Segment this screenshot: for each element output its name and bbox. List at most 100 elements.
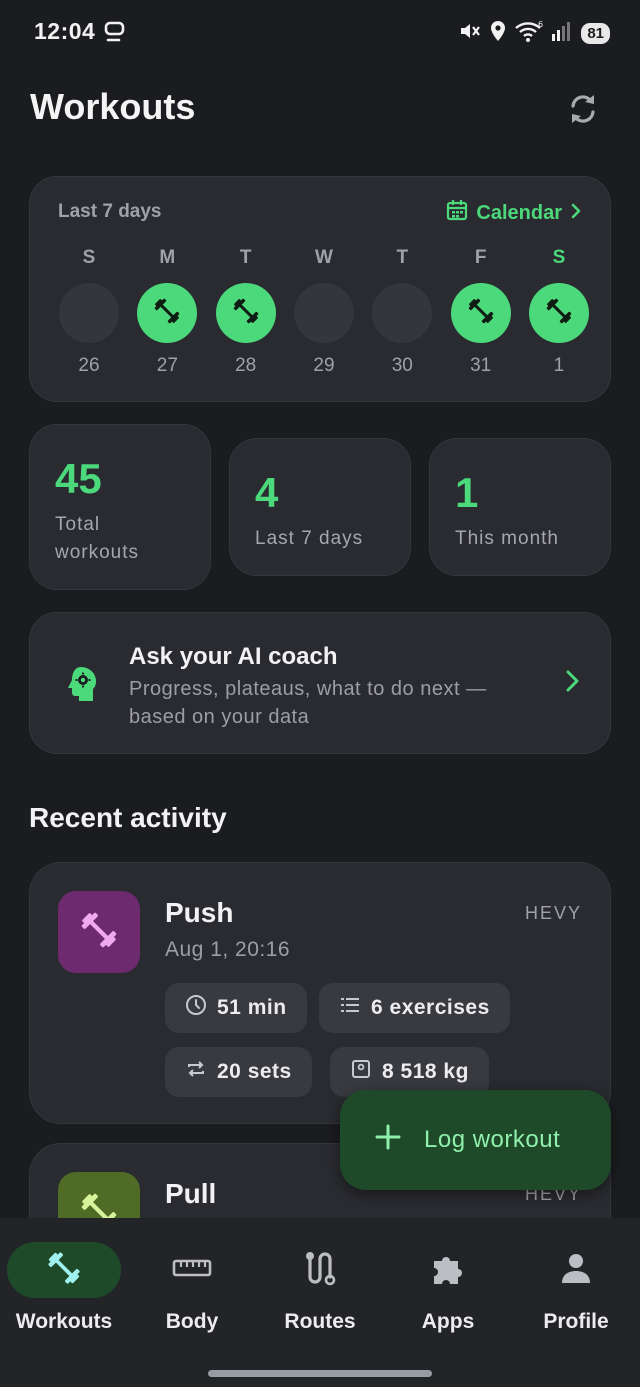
nav-label: Apps (421, 1310, 475, 1333)
chevron-right-icon (564, 669, 580, 698)
day-date: 1 (553, 355, 565, 376)
sync-button[interactable] (561, 89, 605, 133)
home-indicator[interactable] (208, 1370, 432, 1377)
location-icon (489, 19, 507, 48)
stat-total-workouts[interactable]: 45 Total workouts (29, 424, 211, 590)
nav-item-workouts[interactable]: Workouts (0, 1242, 128, 1334)
nav-label: Body (165, 1310, 219, 1333)
sync-icon (565, 91, 601, 132)
exercises-value: 6 exercises (371, 996, 490, 1019)
calendar-icon (446, 199, 468, 227)
day-circle-workout (137, 283, 198, 343)
day-tuesday[interactable]: T 28 (215, 247, 277, 377)
activity-thumb (58, 891, 140, 973)
list-icon (339, 994, 361, 1022)
nav-item-profile[interactable]: Profile (512, 1242, 640, 1334)
status-icons: 6 81 (458, 18, 610, 48)
signal-icon (551, 20, 571, 47)
sets-chip: 20 sets (165, 1047, 312, 1097)
stat-this-month[interactable]: 1 This month (429, 438, 611, 576)
clock-icon (185, 994, 207, 1022)
coach-description-line1: Progress, plateaus, what to do next — (129, 678, 487, 700)
ai-coach-card[interactable]: Ask your AI coach Progress, plateaus, wh… (29, 612, 611, 754)
battery-indicator: 81 (581, 22, 610, 44)
person-icon (559, 1251, 593, 1290)
day-letter: S (552, 247, 566, 268)
stat-value: 45 (55, 455, 102, 502)
day-circle-workout (528, 283, 589, 343)
coach-title: Ask your AI coach (129, 643, 338, 670)
day-letter: T (239, 247, 252, 268)
dumbbell-icon (466, 296, 496, 331)
day-monday[interactable]: M 27 (136, 247, 198, 377)
day-date: 28 (235, 355, 257, 376)
stat-label: Last 7 days (255, 528, 364, 549)
duration-chip: 51 min (165, 983, 307, 1033)
ruler-icon (172, 1256, 212, 1285)
status-time: 12:04 (34, 18, 96, 44)
exercises-chip: 6 exercises (319, 983, 510, 1033)
coach-description: Progress, plateaus, what to do next — ba… (129, 675, 549, 731)
day-saturday-today[interactable]: S 1 (528, 247, 590, 377)
mute-icon (458, 19, 482, 48)
day-thursday[interactable]: T 30 (371, 247, 433, 377)
nav-label: Workouts (15, 1310, 113, 1333)
day-letter: T (396, 247, 409, 268)
nav-label: Routes (284, 1310, 356, 1333)
puzzle-icon (429, 1249, 467, 1292)
activity-name: Push (165, 897, 234, 928)
stat-last-7-days[interactable]: 4 Last 7 days (229, 438, 411, 576)
nav-item-apps[interactable]: Apps (384, 1242, 512, 1334)
day-circle-workout (215, 283, 276, 343)
repeat-icon (185, 1058, 207, 1086)
stat-label: This month (455, 528, 559, 549)
day-date: 30 (391, 355, 413, 376)
day-date: 31 (470, 355, 492, 376)
day-wednesday[interactable]: W 29 (293, 247, 355, 377)
nav-icon-wrap (263, 1242, 377, 1298)
svg-text:6: 6 (538, 20, 543, 29)
nav-label: Profile (543, 1310, 609, 1333)
chevron-right-icon (570, 202, 582, 225)
day-letter: F (474, 247, 487, 268)
dumbbell-icon (45, 1249, 83, 1292)
day-sunday[interactable]: S 26 (58, 247, 120, 377)
calendar-link[interactable]: Calendar (446, 199, 582, 227)
nav-icon-wrap (519, 1242, 633, 1298)
dumbbell-icon (231, 296, 261, 331)
day-date: 27 (156, 355, 178, 376)
activity-source: HEVY (524, 903, 582, 923)
nav-icon-wrap (391, 1242, 505, 1298)
dumbbell-icon (152, 296, 182, 331)
notification-icon (104, 21, 126, 48)
stat-label-line1: Total (55, 514, 101, 535)
stat-value: 1 (455, 469, 479, 516)
bottom-navigation: Workouts Body Routes Apps Profile (0, 1218, 640, 1387)
log-workout-button[interactable]: Log workout (340, 1090, 611, 1190)
weight-icon (350, 1058, 372, 1086)
workouts-screen: 12:04 6 81 Workouts Last 7 days Calendar… (0, 0, 640, 1387)
day-date: 26 (78, 355, 100, 376)
nav-item-body[interactable]: Body (128, 1242, 256, 1334)
duration-value: 51 min (217, 996, 287, 1019)
plus-icon (374, 1123, 402, 1158)
status-bar: 12:04 6 81 (0, 0, 640, 66)
day-letter: S (82, 247, 96, 268)
nav-item-routes[interactable]: Routes (256, 1242, 384, 1334)
activity-card-push[interactable]: Push Aug 1, 20:16 HEVY 51 min 6 exercise… (29, 862, 611, 1124)
page-title: Workouts (30, 86, 196, 127)
day-circle-empty (372, 283, 433, 343)
wifi-icon: 6 (514, 19, 544, 48)
route-icon (302, 1249, 338, 1292)
nav-icon-wrap (135, 1242, 249, 1298)
week-days: S 26 M 27 T 28 W 29 T 30 F 31 S 1 (58, 247, 590, 377)
day-letter: M (159, 247, 176, 268)
day-circle-empty (293, 283, 354, 343)
week-activity-card: Last 7 days Calendar S 26 M 27 T 28 W 29… (29, 176, 611, 402)
day-letter: W (315, 247, 333, 268)
day-date: 29 (313, 355, 335, 376)
day-friday[interactable]: F 31 (450, 247, 512, 377)
week-label: Last 7 days (58, 201, 162, 222)
calendar-link-label: Calendar (476, 201, 562, 224)
stat-label-line2: workouts (55, 542, 140, 563)
